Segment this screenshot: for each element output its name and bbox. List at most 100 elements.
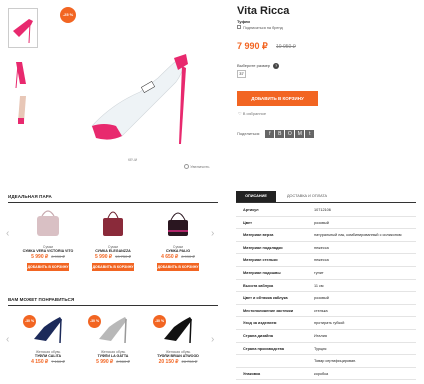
- share-label: Поделиться:: [237, 131, 261, 137]
- bag-image[interactable]: [33, 206, 63, 240]
- product-main-image[interactable]: [82, 34, 202, 154]
- divider: [8, 305, 218, 306]
- spec-key: Артикул: [243, 208, 259, 212]
- zoom-button[interactable]: Увеличить: [184, 164, 210, 170]
- tab-description[interactable]: ОПИСАНИЕ: [236, 191, 276, 202]
- spec-value: 10712106: [314, 208, 331, 212]
- price: 5 990 ₽: [96, 358, 114, 365]
- spec-value: нежесса: [314, 258, 329, 263]
- bag-image[interactable]: [98, 206, 128, 240]
- chevron-left-icon[interactable]: ‹: [6, 334, 9, 345]
- spec-value: Италия: [314, 334, 327, 338]
- chevron-right-icon[interactable]: ›: [211, 334, 214, 345]
- spec-value: нежесса: [314, 245, 329, 250]
- price: 5 990 ₽: [95, 253, 113, 260]
- spec-key: Страна производства: [243, 346, 284, 351]
- old-price: 7 150 ₽: [51, 358, 65, 364]
- spec-row: Материал стельки нежесса: [236, 255, 416, 268]
- spec-key: Материал стельки: [243, 258, 278, 263]
- spec-value: Товар сертифицирован.: [314, 359, 357, 364]
- thumbnail-3[interactable]: [8, 92, 38, 132]
- spec-key: Цвет и обтяжка каблука: [243, 296, 288, 301]
- old-price: 8 560 ₽: [116, 358, 130, 364]
- discount-badge: -30 %: [23, 315, 36, 328]
- spec-row: Упаковка коробка: [236, 369, 416, 381]
- add-to-cart-button[interactable]: ДОБАВИТЬ В КОРЗИНУ: [27, 262, 69, 271]
- add-to-cart-button[interactable]: ДОБАВИТЬ В КОРЗИНУ: [157, 262, 199, 271]
- discount-badge: -25 %: [60, 7, 76, 23]
- spec-key: Материал подошвы: [243, 271, 281, 275]
- price: 5 990 ₽: [31, 253, 49, 260]
- spec-value: протирать губкой: [314, 321, 345, 326]
- spec-row: Материал подошвы тунит: [236, 268, 416, 280]
- pair-card-3[interactable]: Сумки СУМКА PALIO 4 650 ₽8 990 ₽ ДОБАВИТ…: [149, 206, 207, 271]
- tabs-underline: [236, 202, 416, 203]
- subscribe-brand-label: Подписаться на бренд: [243, 26, 283, 30]
- size-option-37[interactable]: 37: [237, 70, 246, 78]
- discount-badge: -30 %: [88, 315, 101, 328]
- twitter-icon[interactable]: t: [305, 130, 315, 138]
- spec-row: Местоположение застежки стелька: [236, 306, 416, 318]
- spec-value: розовый: [314, 296, 329, 301]
- spec-row: Уход за изделием протирать губкой: [236, 318, 416, 331]
- divider: [8, 202, 218, 203]
- old-price: 28 750 ₽: [181, 358, 198, 364]
- size-label: Выберите размер ?: [237, 63, 280, 69]
- chevron-left-icon[interactable]: ‹: [6, 228, 9, 239]
- info-icon[interactable]: ?: [273, 63, 280, 69]
- subscribe-brand[interactable]: Подписаться на бренд: [237, 25, 283, 30]
- product-old-price: 10 950 ₽: [276, 44, 296, 50]
- spec-key: Цвет: [243, 220, 252, 225]
- spec-value: тунит: [314, 271, 324, 275]
- pair-card-2[interactable]: Сумки СУМКА ELEGANZZA 5 990 ₽13 750 ₽ ДО…: [84, 206, 142, 271]
- spec-key: Упаковка: [243, 371, 261, 376]
- tab-delivery[interactable]: ДОСТАВКА И ОПЛАТА: [276, 191, 338, 202]
- spec-row: Товар сертифицирован.: [236, 356, 416, 368]
- spec-value: Турция: [314, 346, 327, 351]
- zoom-label: Увеличить: [190, 164, 210, 169]
- share-row: Поделиться: fВОМt: [237, 130, 315, 138]
- zoom-icon: [184, 164, 189, 170]
- spec-value: натуральный лак, комбинированный с силик…: [314, 233, 402, 238]
- spec-key: Материал верха: [243, 233, 274, 238]
- spec-value: розовый: [314, 220, 329, 225]
- heart-icon: ♡: [238, 111, 242, 116]
- spec-row: Материал верха натуральный лак, комбиниро…: [236, 230, 416, 242]
- spec-row: Артикул 10712106: [236, 205, 416, 217]
- spec-value: 11 см: [314, 283, 324, 288]
- shoe-image[interactable]: [160, 311, 196, 345]
- add-to-cart-button[interactable]: ДОБАВИТЬ В КОРЗИНУ: [237, 91, 318, 106]
- shoe-image[interactable]: [95, 311, 131, 345]
- mailru-icon[interactable]: М: [295, 130, 305, 138]
- section-title-pair: ИДЕАЛЬНАЯ ПАРА: [8, 194, 52, 199]
- spec-row: Материал подкладки нежесса: [236, 243, 416, 255]
- spec-row: Цвет розовый: [236, 218, 416, 230]
- discount-badge: -30 %: [153, 315, 166, 328]
- price: 4 150 ₽: [31, 358, 49, 365]
- pair-card-1[interactable]: Сумки СУМКА VERA VICTORIA VITO 5 990 ₽8 …: [19, 206, 77, 271]
- spec-key: Местоположение застежки: [243, 308, 294, 313]
- spec-value: стелька: [314, 308, 328, 313]
- like-card-3[interactable]: -30 % Женская обувь ТУФЛИ BRIAN ATWOOD 2…: [149, 311, 207, 365]
- spec-key: Высота каблука: [243, 283, 274, 288]
- vk-icon[interactable]: В: [275, 130, 285, 138]
- favorites-label: В избранное: [242, 111, 267, 116]
- chevron-right-icon[interactable]: ›: [211, 228, 214, 239]
- price: 20 150 ₽: [158, 358, 179, 365]
- shoe-image[interactable]: [30, 311, 66, 345]
- add-to-cart-button[interactable]: ДОБАВИТЬ В КОРЗИНУ: [92, 262, 134, 271]
- thumbnail-2[interactable]: [8, 54, 38, 94]
- check-icon: [237, 25, 241, 29]
- old-price: 8 990 ₽: [51, 253, 65, 259]
- odnoklassniki-icon[interactable]: О: [285, 130, 295, 138]
- thumbnail-1[interactable]: [8, 8, 38, 48]
- spec-row: Высота каблука 11 см: [236, 281, 416, 293]
- facebook-icon[interactable]: f: [265, 130, 275, 138]
- bag-image[interactable]: [163, 206, 193, 240]
- favorites-link[interactable]: ♡ В избранное: [238, 111, 266, 116]
- product-category[interactable]: Туфли: [237, 19, 250, 24]
- like-card-2[interactable]: -30 % Женская обувь ТУФЛИ LA GATTA 5 990…: [84, 311, 142, 365]
- old-price: 8 990 ₽: [181, 253, 195, 259]
- old-price: 13 750 ₽: [115, 253, 131, 259]
- like-card-1[interactable]: -30 % Женская обувь ТУФЛИ CALITA 4 150 ₽…: [19, 311, 77, 365]
